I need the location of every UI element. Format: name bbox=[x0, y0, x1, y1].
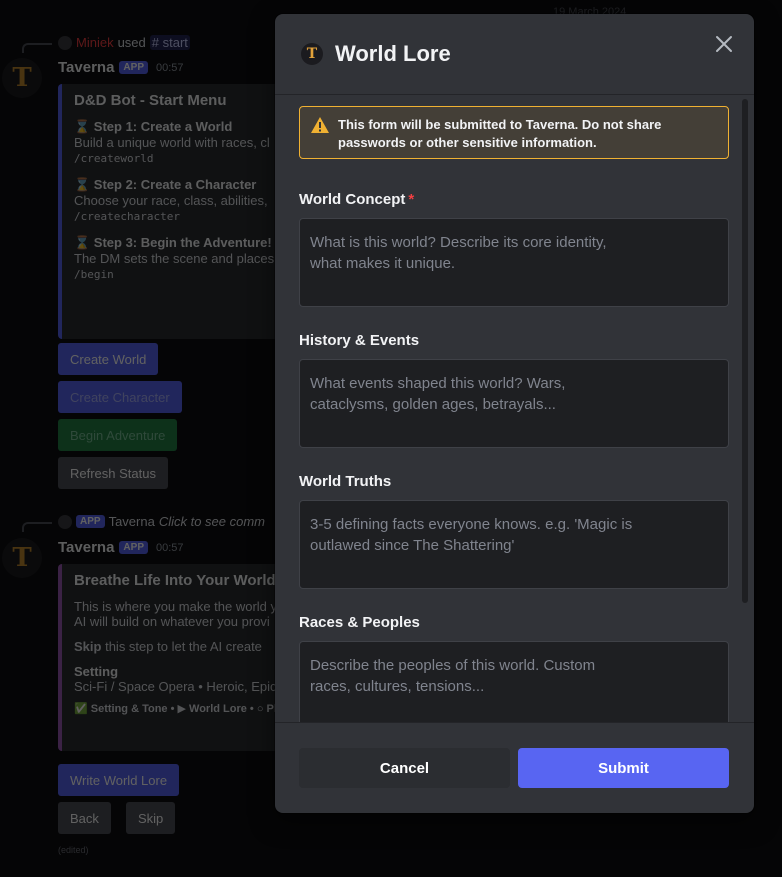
edited-label: (edited) bbox=[58, 845, 89, 855]
submit-button[interactable]: Submit bbox=[518, 748, 729, 788]
embed-title: Breathe Life Into Your World bbox=[74, 572, 276, 589]
reply-connector bbox=[22, 43, 52, 53]
avatar[interactable]: T bbox=[2, 58, 42, 98]
required-asterisk: * bbox=[408, 191, 415, 208]
world-truths-input[interactable]: 3-5 defining facts everyone knows. e.g. … bbox=[299, 500, 729, 589]
reply-text: used bbox=[117, 35, 146, 50]
notice-text: This form will be submitted to Taverna. … bbox=[338, 117, 662, 150]
step-text: The DM sets the scene and places bbox=[74, 251, 275, 266]
embed-text: AI will build on whatever you provi bbox=[74, 614, 270, 629]
avatar bbox=[58, 514, 72, 529]
reply-username[interactable]: Miniek bbox=[76, 35, 114, 50]
begin-adventure-button[interactable]: Begin Adventure bbox=[58, 419, 178, 451]
skip-bold: Skip bbox=[74, 639, 102, 654]
timestamp: 00:57 bbox=[155, 61, 184, 74]
warning-notice: This form will be submitted to Taverna. … bbox=[299, 106, 729, 159]
step-title: ⌛ Step 2: Create a Character bbox=[74, 177, 257, 192]
progress-text: ✅ Setting & Tone • ▶ World Lore • ○ Pl bbox=[74, 703, 277, 715]
step-text: Build a unique world with races, cl bbox=[74, 135, 270, 150]
reply-connector bbox=[22, 522, 52, 532]
label-text: History & Events bbox=[299, 332, 420, 349]
step-command: /begin bbox=[74, 268, 114, 281]
field-label-races-peoples: Races & Peoples bbox=[299, 614, 420, 631]
reply-preview[interactable]: Miniek used # start bbox=[58, 35, 190, 50]
app-badge: APP bbox=[119, 61, 148, 74]
app-avatar: T bbox=[301, 43, 323, 65]
field-label-world-truths: World Truths bbox=[299, 473, 391, 490]
write-world-lore-button[interactable]: Write World Lore bbox=[58, 764, 180, 796]
app-badge: APP bbox=[119, 541, 148, 554]
reply-username[interactable]: Taverna bbox=[109, 514, 155, 529]
author-name[interactable]: Taverna bbox=[58, 59, 114, 76]
skip-button[interactable]: Skip bbox=[126, 802, 176, 834]
refresh-status-button[interactable]: Refresh Status bbox=[58, 457, 168, 489]
reply-preview[interactable]: APP Taverna Click to see comm bbox=[58, 514, 265, 529]
embed-start-menu: D&D Bot - Start Menu ⌛ Step 1: Create a … bbox=[58, 84, 298, 339]
modal-footer: Cancel Submit bbox=[275, 723, 754, 813]
world-concept-input[interactable]: What is this world? Describe its core id… bbox=[299, 218, 729, 307]
races-peoples-input[interactable]: Describe the peoples of this world. Cust… bbox=[299, 641, 729, 722]
create-character-button[interactable]: Create Character bbox=[58, 381, 182, 413]
message-header: Taverna APP 00:57 bbox=[58, 539, 184, 556]
create-world-button[interactable]: Create World bbox=[58, 343, 159, 375]
label-text: Races & Peoples bbox=[299, 614, 420, 631]
scrollbar[interactable] bbox=[742, 99, 748, 603]
avatar bbox=[58, 35, 72, 50]
field-label-world-concept: World Concept * bbox=[299, 191, 414, 208]
back-button[interactable]: Back bbox=[58, 802, 111, 834]
setting-label: Setting bbox=[74, 664, 119, 679]
embed-world-lore: Breathe Life Into Your World This is whe… bbox=[58, 564, 298, 751]
avatar[interactable]: T bbox=[2, 538, 42, 578]
skip-text: this step to let the AI create bbox=[105, 639, 262, 654]
message-header: Taverna APP 00:57 bbox=[58, 59, 184, 76]
author-name[interactable]: Taverna bbox=[58, 539, 114, 556]
step-command: /createcharacter bbox=[74, 210, 180, 223]
label-text: World Concept bbox=[299, 191, 406, 208]
modal-title: World Lore bbox=[335, 41, 451, 66]
field-label-history-events: History & Events bbox=[299, 332, 419, 349]
modal-body[interactable]: This form will be submitted to Taverna. … bbox=[275, 94, 754, 723]
step-text: Choose your race, class, abilities, bbox=[74, 193, 268, 208]
app-badge: APP bbox=[76, 515, 105, 528]
label-text: World Truths bbox=[299, 473, 392, 490]
timestamp: 00:57 bbox=[155, 541, 184, 554]
close-icon[interactable] bbox=[712, 32, 736, 56]
step-command: /createworld bbox=[74, 152, 154, 165]
cancel-button[interactable]: Cancel bbox=[299, 748, 510, 788]
embed-title: D&D Bot - Start Menu bbox=[74, 92, 227, 109]
reply-text[interactable]: Click to see comm bbox=[159, 514, 265, 529]
world-lore-modal: T World Lore This form will be submitted… bbox=[275, 14, 754, 813]
warning-icon bbox=[310, 116, 330, 134]
setting-value: Sci-Fi / Space Opera • Heroic, Epic bbox=[74, 679, 277, 694]
step-title: ⌛ Step 3: Begin the Adventure! bbox=[74, 235, 272, 250]
embed-text: This is where you make the world y bbox=[74, 599, 278, 614]
step-title: ⌛ Step 1: Create a World bbox=[74, 119, 233, 134]
slash-command[interactable]: # start bbox=[149, 35, 190, 50]
history-events-input[interactable]: What events shaped this world? Wars, cat… bbox=[299, 359, 729, 448]
modal-header: T World Lore bbox=[275, 14, 754, 94]
